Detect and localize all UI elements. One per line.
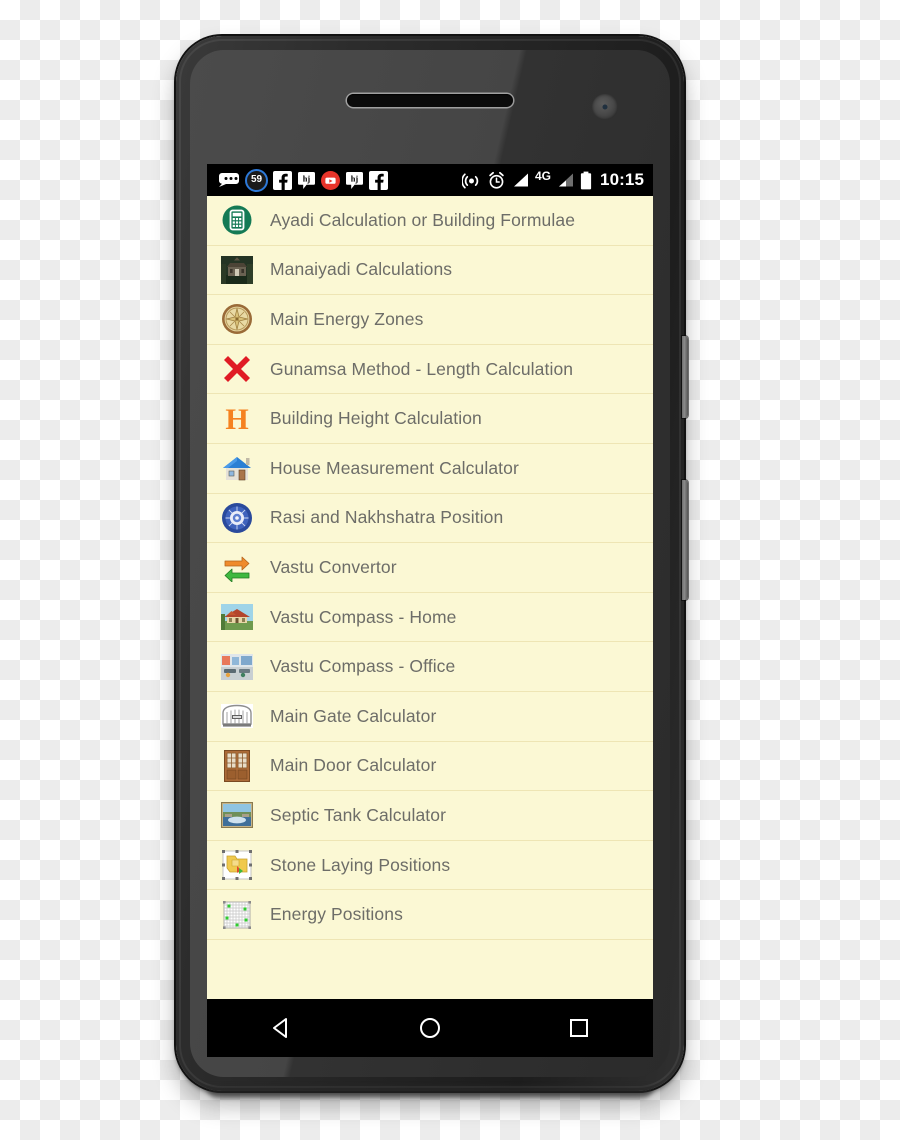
recents-button[interactable] [555, 1006, 603, 1050]
septic-tank-icon [220, 798, 254, 832]
list-item-vastu-convertor[interactable]: Vastu Convertor [207, 543, 653, 593]
volume-rocker-button[interactable] [682, 336, 688, 418]
list-item-label: Main Energy Zones [270, 308, 424, 329]
list-item-house-measurement-calculator[interactable]: House Measurement Calculator [207, 443, 653, 494]
android-navigation-bar [207, 999, 653, 1057]
list-item-label: Vastu Compass - Office [270, 656, 456, 677]
signal-bars-icon-2 [559, 173, 574, 187]
convert-arrows-icon [220, 550, 254, 584]
vastu-app-list[interactable]: Ayadi Calculation or Building Formulae M… [207, 196, 653, 999]
door-icon [220, 749, 254, 783]
facebook-icon [273, 170, 292, 190]
hotspot-icon [462, 172, 479, 188]
home-photo-icon [220, 600, 254, 634]
messages-icon [219, 173, 239, 187]
earpiece-speaker-grille [347, 94, 513, 107]
list-item-building-height-calculation[interactable]: H Building Height Calculation [207, 394, 653, 444]
list-item-label: Energy Positions [270, 904, 403, 925]
house-icon [220, 451, 254, 485]
list-item-label: House Measurement Calculator [270, 457, 519, 478]
list-item-label: Building Height Calculation [270, 408, 482, 429]
front-camera-icon [592, 94, 618, 120]
hike-icon: hj [298, 171, 315, 189]
list-item-energy-positions[interactable]: Energy Positions [207, 890, 653, 940]
svg-text:H: H [225, 404, 248, 434]
status-bar-clock: 10:15 [600, 170, 644, 189]
list-item-label: Stone Laying Positions [270, 854, 451, 875]
zodiac-chakra-icon [220, 501, 254, 535]
hike-icon-2: hj [346, 171, 363, 189]
back-triangle-icon [273, 1018, 288, 1038]
list-item-label: Main Gate Calculator [270, 705, 437, 726]
list-item-label: Septic Tank Calculator [270, 804, 446, 825]
temple-building-icon [220, 253, 254, 287]
notification-count-badge: 59 [245, 168, 268, 192]
status-bar-left-icons: 59 hj hj [218, 168, 388, 192]
calculator-icon [220, 203, 254, 237]
letter-h-icon: H [220, 402, 254, 436]
list-item-label: Rasi and Nakhshatra Position [270, 507, 504, 528]
transparent-backdrop: 59 hj hj 4G 10:15 Ayadi Calculation or B… [0, 0, 900, 1140]
list-item-ayadi-calculation[interactable]: Ayadi Calculation or Building Formulae [207, 196, 653, 246]
facebook-icon-2 [369, 170, 388, 190]
alarm-icon [489, 171, 504, 189]
compass-icon [220, 302, 254, 336]
back-button[interactable] [257, 1006, 305, 1050]
power-button[interactable] [682, 480, 688, 600]
list-item-septic-tank-calculator[interactable]: Septic Tank Calculator [207, 791, 653, 841]
list-item-vastu-compass-office[interactable]: Vastu Compass - Office [207, 642, 653, 692]
list-item-label: Ayadi Calculation or Building Formulae [270, 209, 576, 230]
list-item-label: Main Door Calculator [270, 755, 437, 776]
list-item-stone-laying-positions[interactable]: Stone Laying Positions [207, 840, 653, 891]
battery-icon [580, 171, 592, 189]
home-button[interactable] [406, 1006, 454, 1050]
list-item-label: Gunamsa Method - Length Calculation [270, 358, 574, 379]
svg-text:hj: hj [303, 174, 311, 183]
list-item-manaiyadi-calculations[interactable]: Manaiyadi Calculations [207, 245, 653, 296]
office-photo-icon [220, 650, 254, 684]
svg-text:hj: hj [351, 174, 359, 183]
list-item-main-gate-calculator[interactable]: Main Gate Calculator [207, 691, 653, 742]
signal-bars-icon [514, 173, 528, 187]
youtube-icon [321, 170, 340, 190]
list-item-label: Vastu Compass - Home [270, 606, 457, 627]
list-item-label: Manaiyadi Calculations [270, 259, 453, 280]
list-item-main-energy-zones[interactable]: Main Energy Zones [207, 295, 653, 345]
gate-icon [220, 699, 254, 733]
status-bar-right-icons: 4G 10:15 [462, 170, 644, 190]
status-bar: 59 hj hj 4G 10:15 [207, 164, 653, 196]
phone-bottom-lip [206, 1086, 654, 1098]
android-smartphone: 59 hj hj 4G 10:15 Ayadi Calculation or B… [176, 36, 688, 1098]
stone-map-icon [220, 848, 254, 882]
red-cross-icon [220, 352, 254, 386]
home-circle-icon [419, 1018, 440, 1038]
list-item-gunamsa-method[interactable]: Gunamsa Method - Length Calculation [207, 344, 653, 395]
phone-screen: 59 hj hj 4G 10:15 Ayadi Calculation or B… [207, 164, 653, 999]
network-type-label: 4G [535, 169, 552, 183]
list-item-label: Vastu Convertor [270, 556, 397, 577]
list-item-rasi-nakhshatra-position[interactable]: Rasi and Nakhshatra Position [207, 493, 653, 544]
list-item-main-door-calculator[interactable]: Main Door Calculator [207, 741, 653, 792]
recents-square-icon [569, 1019, 588, 1037]
energy-grid-icon [220, 898, 254, 932]
list-item-vastu-compass-home[interactable]: Vastu Compass - Home [207, 592, 653, 643]
